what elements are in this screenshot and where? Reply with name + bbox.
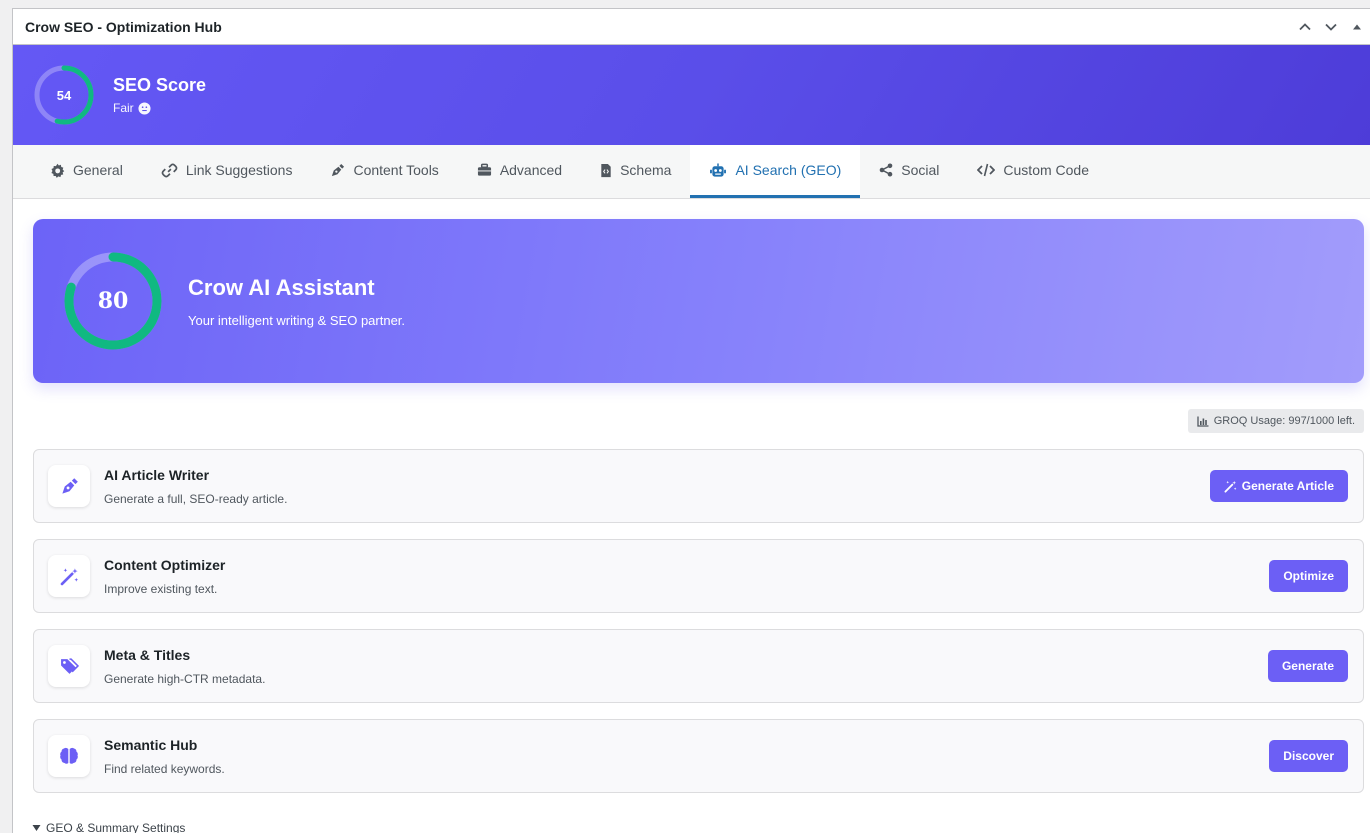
geo-summary-settings-toggle[interactable]: GEO & Summary Settings xyxy=(32,821,185,833)
briefcase-icon xyxy=(477,163,491,176)
chart-bar-icon xyxy=(1197,416,1209,427)
tab-ai-search-geo-label: AI Search (GEO) xyxy=(735,162,842,178)
code-file-icon xyxy=(601,163,611,177)
seo-score-value: 54 xyxy=(56,87,72,103)
tool-meta-titles: Meta & Titles Generate high-CTR metadata… xyxy=(33,629,1364,703)
tab-link-suggestions-label: Link Suggestions xyxy=(185,162,293,178)
share-icon xyxy=(879,163,893,177)
tool-title: Semantic Hub xyxy=(104,736,198,753)
chevron-up-icon xyxy=(1299,22,1311,30)
ai-tools-list: AI Article Writer Generate a full, SEO-r… xyxy=(33,449,1364,793)
ai-score-ring: 80 xyxy=(63,251,163,351)
brain-icon xyxy=(60,747,78,764)
ai-score-value: 80 xyxy=(97,288,129,314)
generate-meta-button[interactable]: Generate xyxy=(1267,650,1348,682)
pen-nib-icon xyxy=(61,477,78,494)
ai-search-panel: 80 Crow AI Assistant Your intelligent wr… xyxy=(13,199,1370,793)
tab-general-label: General xyxy=(73,162,123,178)
magic-wand-icon xyxy=(60,567,78,585)
tool-ai-article-writer: AI Article Writer Generate a full, SEO-r… xyxy=(33,449,1364,523)
groq-usage-text: GROQ Usage: 997/1000 left. xyxy=(1213,415,1355,427)
ai-assistant-title: Crow AI Assistant xyxy=(188,274,375,300)
robot-icon xyxy=(710,162,727,177)
pen-nib-icon xyxy=(332,163,345,176)
tool-description: Find related keywords. xyxy=(104,761,225,776)
generate-article-button[interactable]: Generate Article xyxy=(1209,470,1348,502)
seo-score-ring: 54 xyxy=(33,64,95,126)
tab-content-tools[interactable]: Content Tools xyxy=(311,145,457,198)
tab-advanced[interactable]: Advanced xyxy=(458,145,581,198)
optimize-button[interactable]: Optimize xyxy=(1269,560,1348,592)
ai-assistant-subtitle: Your intelligent writing & SEO partner. xyxy=(188,312,406,328)
tab-bar: General Link Suggestions Content Tools A… xyxy=(13,145,1370,199)
tool-description: Generate high-CTR metadata. xyxy=(104,671,266,686)
tool-title: Meta & Titles xyxy=(104,646,191,663)
geo-summary-settings-label: GEO & Summary Settings xyxy=(46,821,186,833)
groq-usage-badge: GROQ Usage: 997/1000 left. xyxy=(1187,409,1364,433)
seo-score-rating: Fair xyxy=(113,101,134,115)
metabox-title: Crow SEO - Optimization Hub xyxy=(25,18,222,35)
chevron-down-icon xyxy=(1325,23,1337,31)
gear-icon xyxy=(51,163,65,178)
tab-ai-search-geo[interactable]: AI Search (GEO) xyxy=(690,145,861,198)
tool-content-optimizer: Content Optimizer Improve existing text.… xyxy=(33,539,1364,613)
seo-score-header: 54 SEO Score Fair xyxy=(13,45,1370,145)
tool-title: AI Article Writer xyxy=(104,466,210,483)
code-icon xyxy=(977,163,996,177)
tab-advanced-label: Advanced xyxy=(499,162,563,178)
tool-description: Improve existing text. xyxy=(104,581,218,596)
neutral-face-icon xyxy=(138,101,151,115)
caret-down-icon xyxy=(32,825,41,831)
tool-description: Generate a full, SEO-ready article. xyxy=(104,491,288,506)
ai-assistant-card: 80 Crow AI Assistant Your intelligent wr… xyxy=(33,219,1364,383)
seo-score-title: SEO Score xyxy=(113,75,207,95)
tool-title: Content Optimizer xyxy=(104,556,226,573)
discover-button[interactable]: Discover xyxy=(1269,740,1348,772)
tags-icon xyxy=(60,657,79,674)
tab-social-label: Social xyxy=(901,162,940,178)
move-up-button[interactable] xyxy=(1292,14,1318,40)
seo-metabox: Crow SEO - Optimization Hub 54 SEO Score xyxy=(12,8,1370,833)
tool-semantic-hub: Semantic Hub Find related keywords. Disc… xyxy=(33,719,1364,793)
tab-schema[interactable]: Schema xyxy=(581,145,690,198)
move-down-button[interactable] xyxy=(1318,14,1344,40)
page-scrollbar[interactable] xyxy=(1356,8,1370,833)
metabox-header: Crow SEO - Optimization Hub xyxy=(13,9,1370,45)
tab-general[interactable]: General xyxy=(31,145,142,198)
tab-schema-label: Schema xyxy=(620,162,672,178)
tab-custom-code-label: Custom Code xyxy=(1003,162,1089,178)
tab-link-suggestions[interactable]: Link Suggestions xyxy=(142,145,312,198)
tab-social[interactable]: Social xyxy=(860,145,958,198)
tab-content-tools-label: Content Tools xyxy=(353,162,439,178)
tab-custom-code[interactable]: Custom Code xyxy=(958,145,1108,198)
link-icon xyxy=(161,163,178,177)
magic-wand-icon xyxy=(1224,480,1237,493)
